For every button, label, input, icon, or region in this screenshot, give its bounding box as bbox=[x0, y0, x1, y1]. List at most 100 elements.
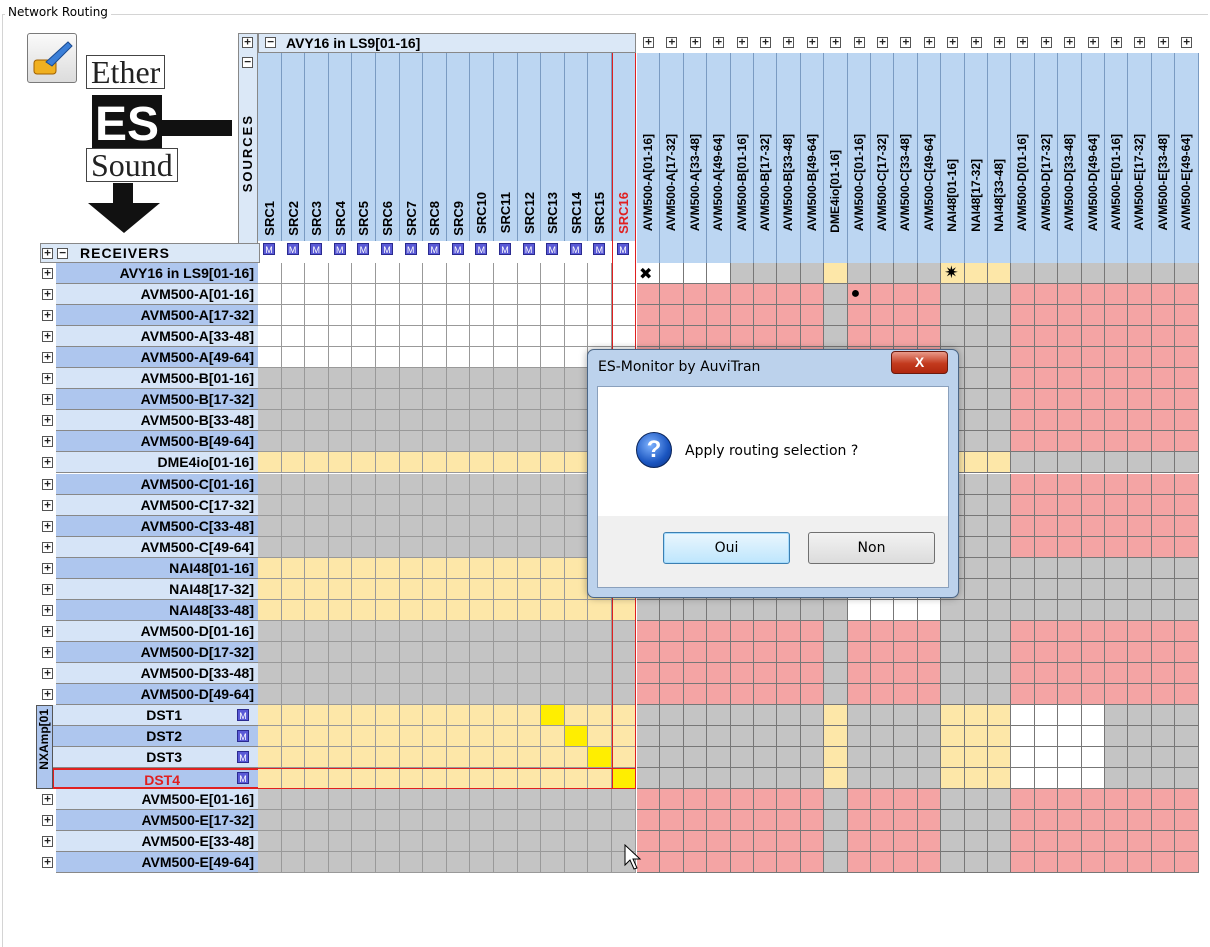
routing-cell[interactable] bbox=[328, 599, 353, 621]
routing-cell[interactable] bbox=[423, 326, 447, 348]
mute-toggle[interactable]: M bbox=[357, 243, 370, 255]
routing-cell[interactable] bbox=[376, 305, 400, 327]
routing-cell[interactable] bbox=[541, 410, 565, 432]
routing-cell[interactable] bbox=[541, 368, 565, 390]
routing-cell[interactable] bbox=[824, 852, 848, 874]
routing-cell[interactable] bbox=[446, 641, 471, 663]
routing-cell[interactable] bbox=[588, 810, 612, 832]
expand-receiver-button[interactable]: + bbox=[42, 625, 53, 637]
routing-cell[interactable] bbox=[917, 852, 942, 874]
routing-cell[interactable] bbox=[1128, 305, 1152, 327]
routing-cell[interactable] bbox=[1058, 305, 1082, 327]
routing-cell[interactable] bbox=[1011, 284, 1035, 306]
routing-cell[interactable] bbox=[588, 599, 612, 621]
routing-cell[interactable] bbox=[1034, 347, 1059, 369]
routing-cell[interactable] bbox=[541, 726, 565, 748]
routing-cell[interactable] bbox=[423, 473, 447, 495]
routing-cell[interactable] bbox=[564, 620, 589, 642]
routing-cell[interactable] bbox=[494, 536, 518, 558]
routing-cell[interactable] bbox=[399, 620, 424, 642]
routing-cell[interactable] bbox=[399, 557, 424, 579]
routing-cell[interactable] bbox=[1151, 662, 1176, 684]
routing-cell[interactable] bbox=[847, 662, 871, 684]
routing-cell[interactable] bbox=[1034, 852, 1059, 874]
routing-cell[interactable] bbox=[541, 494, 565, 516]
routing-cell[interactable] bbox=[1151, 852, 1176, 874]
routing-cell[interactable] bbox=[1011, 305, 1035, 327]
routing-cell[interactable] bbox=[637, 326, 661, 348]
routing-cell[interactable] bbox=[941, 599, 965, 621]
routing-cell[interactable] bbox=[988, 410, 1012, 432]
routing-cell[interactable] bbox=[541, 641, 565, 663]
routing-cell[interactable] bbox=[1105, 305, 1129, 327]
routing-cell[interactable] bbox=[1081, 810, 1105, 832]
routing-cell[interactable] bbox=[470, 620, 494, 642]
expand-receiver-button[interactable]: + bbox=[42, 646, 53, 658]
routing-cell[interactable] bbox=[305, 284, 329, 306]
routing-cell[interactable] bbox=[894, 684, 918, 706]
clear-brush-button[interactable] bbox=[27, 33, 77, 83]
routing-cell[interactable] bbox=[517, 852, 542, 874]
routing-cell[interactable] bbox=[564, 768, 589, 790]
routing-cell[interactable] bbox=[637, 789, 661, 811]
expand-receiver-button[interactable]: + bbox=[42, 793, 53, 806]
expand-receiver-button[interactable]: + bbox=[42, 393, 53, 406]
routing-cell[interactable] bbox=[871, 641, 895, 663]
routing-cell[interactable] bbox=[541, 284, 565, 306]
routing-cell[interactable] bbox=[800, 831, 825, 853]
routing-cell[interactable] bbox=[517, 641, 542, 663]
routing-cell[interactable] bbox=[988, 726, 1012, 748]
routing-cell[interactable] bbox=[964, 810, 988, 832]
routing-cell[interactable] bbox=[352, 684, 376, 706]
routing-cell[interactable] bbox=[423, 347, 447, 369]
routing-cell[interactable] bbox=[328, 620, 353, 642]
routing-cell[interactable] bbox=[1081, 768, 1105, 790]
routing-cell[interactable] bbox=[352, 347, 376, 369]
routing-cell[interactable] bbox=[258, 662, 282, 684]
receiver-row[interactable]: AVM500-B[17-32] bbox=[56, 389, 260, 411]
routing-cell[interactable] bbox=[1034, 326, 1059, 348]
routing-cell[interactable] bbox=[754, 684, 778, 706]
routing-cell[interactable] bbox=[470, 515, 494, 537]
routing-cell[interactable] bbox=[1105, 410, 1129, 432]
routing-cell[interactable] bbox=[824, 263, 848, 285]
routing-cell[interactable] bbox=[564, 852, 589, 874]
routing-cell[interactable] bbox=[894, 726, 918, 748]
routing-cell[interactable] bbox=[1011, 747, 1035, 769]
routing-cell[interactable] bbox=[281, 263, 306, 285]
routing-cell[interactable] bbox=[660, 263, 684, 285]
routing-cell[interactable] bbox=[847, 831, 871, 853]
mute-toggle[interactable]: M bbox=[404, 243, 417, 255]
routing-cell[interactable] bbox=[446, 389, 471, 411]
routing-cell[interactable] bbox=[964, 662, 988, 684]
routing-cell[interactable] bbox=[1105, 599, 1129, 621]
routing-cell[interactable] bbox=[376, 768, 400, 790]
routing-cell[interactable] bbox=[824, 768, 848, 790]
routing-cell[interactable] bbox=[660, 705, 684, 727]
routing-cell[interactable] bbox=[470, 410, 494, 432]
routing-cell[interactable] bbox=[494, 263, 518, 285]
routing-cell[interactable] bbox=[588, 305, 612, 327]
routing-cell[interactable] bbox=[1011, 431, 1035, 453]
routing-cell[interactable] bbox=[871, 810, 895, 832]
routing-cell[interactable] bbox=[494, 557, 518, 579]
expand-source-button[interactable]: + bbox=[689, 36, 701, 48]
routing-cell[interactable] bbox=[564, 726, 589, 748]
routing-cell[interactable] bbox=[1081, 726, 1105, 748]
routing-cell[interactable] bbox=[730, 284, 754, 306]
routing-cell[interactable] bbox=[1058, 557, 1082, 579]
expand-receiver-button[interactable]: + bbox=[42, 267, 53, 279]
routing-cell[interactable] bbox=[494, 705, 518, 727]
routing-cell[interactable] bbox=[564, 284, 589, 306]
routing-cell[interactable] bbox=[730, 599, 754, 621]
routing-cell[interactable] bbox=[800, 747, 825, 769]
routing-cell[interactable] bbox=[423, 768, 447, 790]
routing-cell[interactable] bbox=[1151, 326, 1176, 348]
routing-cell[interactable] bbox=[399, 410, 424, 432]
routing-cell[interactable] bbox=[730, 831, 754, 853]
routing-cell[interactable] bbox=[1081, 368, 1105, 390]
routing-cell[interactable] bbox=[1105, 326, 1129, 348]
routing-cell[interactable] bbox=[1175, 684, 1199, 706]
routing-cell[interactable] bbox=[660, 684, 684, 706]
routing-cell[interactable] bbox=[1011, 326, 1035, 348]
